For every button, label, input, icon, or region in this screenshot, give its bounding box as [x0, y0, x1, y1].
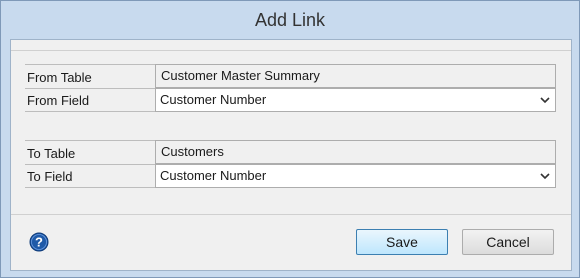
to-field-value: Customer Number: [160, 168, 267, 183]
to-field-dropdown[interactable]: Customer Number: [155, 164, 556, 188]
to-table-row: To Table Customers: [25, 140, 556, 165]
to-table-value-box: Customers: [155, 140, 556, 164]
to-table-value: Customers: [161, 144, 224, 159]
to-table-label: To Table: [25, 140, 157, 165]
from-field-dropdown[interactable]: Customer Number: [155, 88, 556, 112]
cancel-button[interactable]: Cancel: [462, 229, 554, 255]
help-icon[interactable]: ?: [29, 232, 49, 252]
dialog-title: Add Link: [254, 10, 326, 30]
to-field-row: To Field Customer Number: [25, 164, 556, 188]
chevron-down-icon[interactable]: [540, 95, 550, 105]
from-field-value: Customer Number: [160, 92, 267, 107]
from-table-value: Customer Master Summary: [161, 68, 320, 83]
add-link-dialog: Add Link From Table Customer Master Summ…: [0, 0, 580, 278]
svg-text:?: ?: [35, 235, 43, 250]
bottom-divider: [11, 214, 571, 215]
from-table-label: From Table: [25, 64, 157, 89]
chevron-down-icon[interactable]: [540, 171, 550, 181]
to-field-label: To Field: [25, 164, 157, 188]
save-button[interactable]: Save: [356, 229, 448, 255]
from-field-row: From Field Customer Number: [25, 88, 556, 112]
from-table-row: From Table Customer Master Summary: [25, 64, 556, 89]
from-field-label: From Field: [25, 88, 157, 112]
title-bar: Add Link: [1, 1, 579, 39]
top-divider: [11, 50, 571, 51]
from-table-value-box: Customer Master Summary: [155, 64, 556, 88]
dialog-content: From Table Customer Master Summary From …: [10, 39, 572, 271]
